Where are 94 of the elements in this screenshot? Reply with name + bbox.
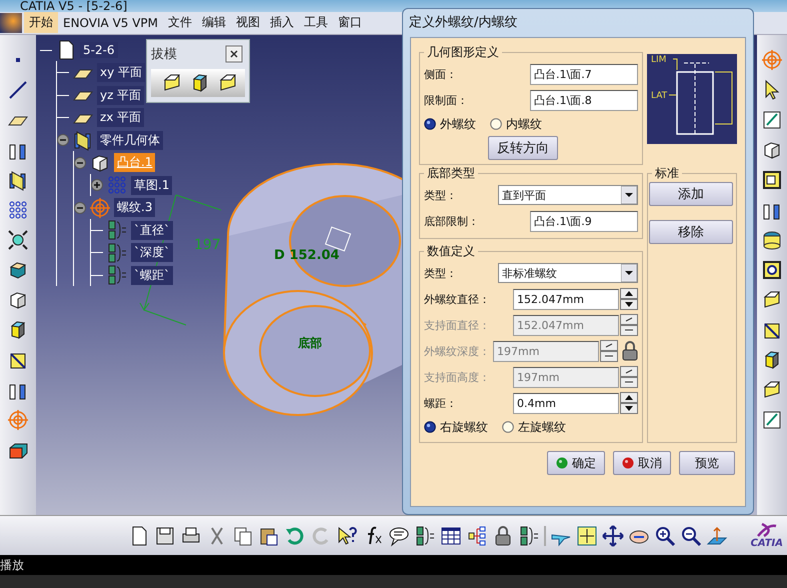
normal-view-icon[interactable]: [706, 524, 728, 547]
status-text: 播放: [0, 558, 24, 572]
pan-icon[interactable]: [602, 524, 624, 547]
face-label: 底部: [298, 336, 322, 350]
field-label: 外螺纹直径：: [424, 292, 491, 306]
dropdown[interactable]: 直到平面: [498, 185, 638, 205]
pocket-icon[interactable]: [761, 168, 783, 191]
field-label: 底部限制：: [424, 214, 480, 228]
status-dot-icon: [556, 457, 568, 469]
radio-label: 左旋螺纹: [518, 418, 566, 436]
grid-icon[interactable]: [7, 198, 29, 221]
help-icon[interactable]: [336, 524, 358, 547]
collapse-icon[interactable]: [74, 202, 86, 214]
menu-item[interactable]: 开始: [24, 12, 58, 34]
group-title: 底部类型: [426, 165, 476, 182]
standard-button[interactable]: 移除: [649, 220, 733, 244]
tree-item[interactable]: yz 平面: [97, 86, 144, 105]
dialog-button[interactable]: 确定: [547, 451, 605, 475]
spinner-icon[interactable]: [620, 366, 638, 388]
field-label: 外螺纹深度：: [424, 344, 490, 358]
menu-item[interactable]: 文件: [163, 12, 198, 34]
radio-button[interactable]: [424, 118, 436, 130]
input-field[interactable]: 凸台.1\面.9: [530, 210, 638, 232]
tree-item[interactable]: 5-2-6: [80, 42, 118, 58]
collapse-icon[interactable]: [57, 134, 69, 146]
status-dot-icon: [622, 457, 634, 469]
radio-button[interactable]: [502, 421, 514, 433]
hierarchy-icon[interactable]: [466, 524, 488, 547]
menu-item[interactable]: 窗口: [333, 12, 368, 34]
radio-label: 外螺纹: [440, 116, 476, 132]
menu-item[interactable]: 插入: [265, 12, 300, 34]
save-icon[interactable]: [154, 524, 176, 547]
radio-label: 内螺纹: [506, 116, 542, 132]
field-label: 类型：: [424, 266, 458, 280]
tree-item[interactable]: zx 平面: [97, 108, 144, 128]
group-title: 标准: [654, 165, 680, 182]
hole-icon[interactable]: [761, 258, 783, 281]
standard-button[interactable]: 添加: [649, 182, 733, 206]
radio-button[interactable]: [490, 118, 502, 130]
spinner-icon[interactable]: [620, 392, 638, 414]
spinner-icon[interactable]: [620, 288, 638, 310]
dialog-title: 定义外螺纹/内螺纹: [408, 14, 518, 32]
field-label: 侧面：: [424, 66, 458, 82]
field-label: 限制面：: [424, 92, 469, 108]
tree-item[interactable]: 螺纹.3: [114, 198, 156, 218]
copy-icon[interactable]: [232, 524, 254, 547]
collapse-icon[interactable]: [74, 156, 86, 169]
menu-item[interactable]: 编辑: [197, 12, 232, 34]
parameter-icon[interactable]: [414, 524, 436, 547]
field-label: 螺距：: [424, 396, 458, 410]
spinner-icon[interactable]: [620, 314, 638, 336]
line-icon[interactable]: [7, 78, 29, 101]
dropdown-arrow-icon[interactable]: [621, 264, 637, 282]
dropdown-arrow-icon[interactable]: [621, 186, 637, 204]
spinner-icon[interactable]: [600, 340, 618, 362]
comment-icon[interactable]: [388, 524, 410, 547]
reverse-direction-button[interactable]: 反转方向: [488, 136, 558, 160]
fit-all-icon[interactable]: [576, 524, 598, 547]
field-label: 类型：: [424, 188, 458, 202]
menu-item[interactable]: 视图: [231, 12, 266, 34]
zoom-in-icon[interactable]: [654, 524, 676, 547]
group-title: 几何图形定义: [426, 44, 500, 61]
group-title: 数值定义: [426, 243, 476, 260]
tree-item[interactable]: 草图.1: [131, 176, 172, 195]
input-field[interactable]: 凸台.1\面.7: [530, 64, 638, 84]
menu-item[interactable]: ENOVIA V5 VPM: [58, 14, 164, 32]
dialog-button[interactable]: 取消: [613, 451, 671, 475]
expand-icon[interactable]: [91, 179, 103, 192]
zoom-out-icon[interactable]: [680, 524, 702, 547]
input-field[interactable]: 152.047mm: [513, 288, 619, 310]
app-logo-icon[interactable]: [0, 12, 22, 33]
input-field[interactable]: 凸台.1\面.8: [530, 90, 638, 110]
table-icon[interactable]: [440, 524, 462, 547]
equation-icon[interactable]: [518, 524, 540, 547]
toolbar-title: 拔模: [151, 46, 177, 63]
tree-item[interactable]: 零件几何体: [97, 130, 163, 150]
ring-icon[interactable]: [761, 228, 783, 251]
close-icon[interactable]: [223, 42, 245, 65]
tree-item[interactable]: xy 平面: [97, 63, 146, 82]
logo-text: CATIA: [750, 538, 783, 550]
dropdown[interactable]: 非标准螺纹: [498, 263, 638, 283]
input-field[interactable]: 0.4mm: [513, 392, 619, 414]
tree-item[interactable]: `深度`: [131, 243, 173, 262]
field-label: 支持面直径：: [424, 318, 491, 332]
radio-button[interactable]: [424, 421, 436, 433]
radio-label: 右旋螺纹: [440, 418, 488, 436]
scale-icon[interactable]: [7, 228, 29, 251]
field-label: 支持面高度：: [424, 370, 491, 384]
menu-item[interactable]: 工具: [299, 12, 334, 34]
window-title: CATIA V5 - [5-2-6]: [20, 0, 128, 12]
tree-item[interactable]: `螺距`: [131, 266, 173, 285]
dialog-button[interactable]: 预览: [679, 451, 735, 475]
tree-item[interactable]: `直径`: [131, 220, 173, 240]
dimension-value: 197: [194, 236, 221, 253]
